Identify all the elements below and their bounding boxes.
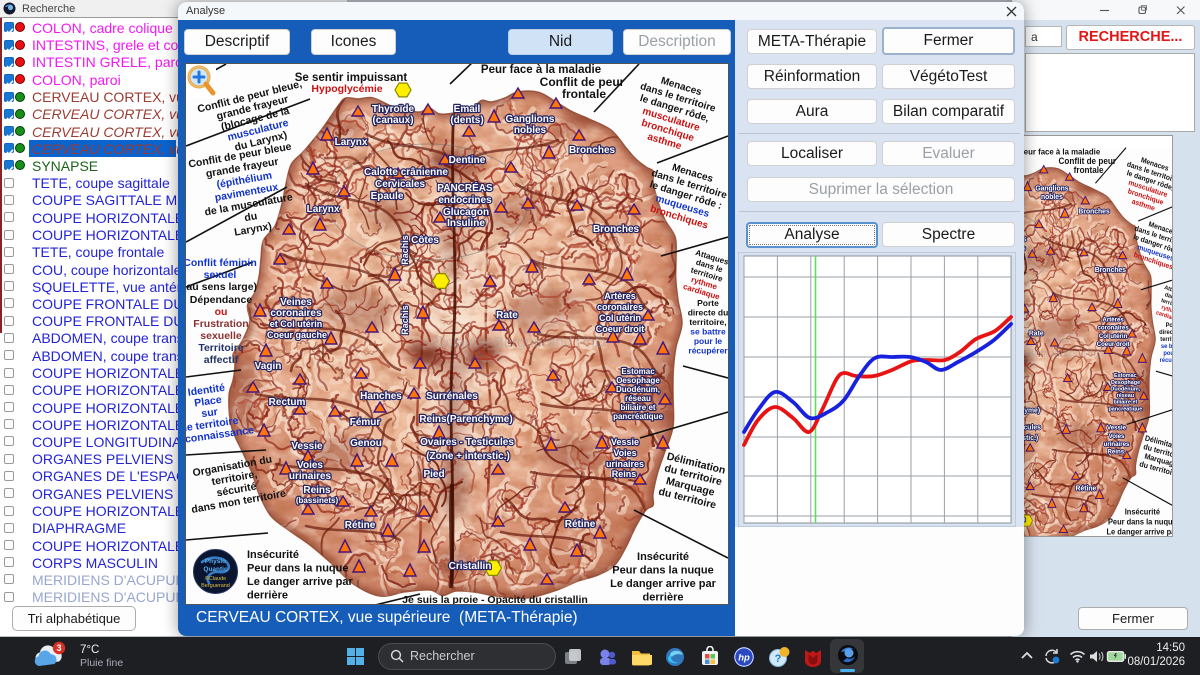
- svg-text:3: 3: [56, 643, 61, 653]
- svg-text:hp: hp: [738, 653, 750, 664]
